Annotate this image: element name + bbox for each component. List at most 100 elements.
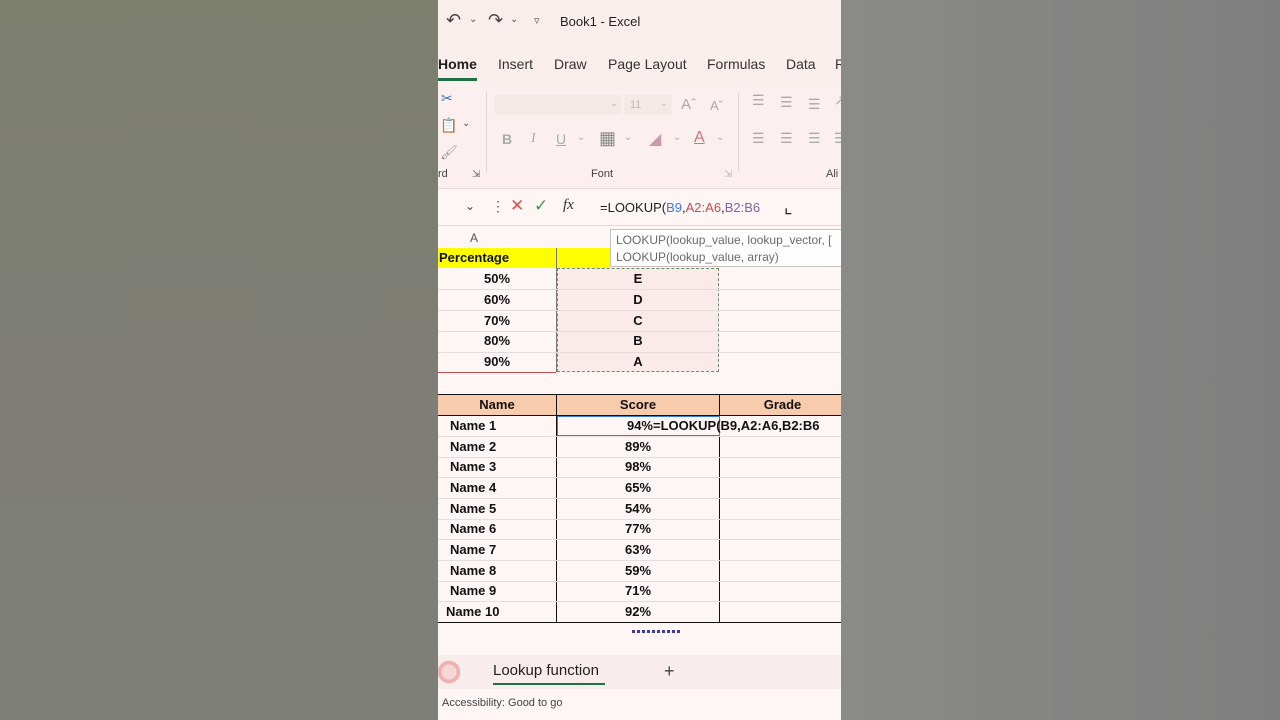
name-cell[interactable]: Name 9 (450, 581, 556, 601)
paste-icon[interactable]: 📋 (440, 117, 457, 134)
underline-dropdown-icon[interactable]: ⌄ (577, 132, 585, 143)
italic-icon[interactable]: I (531, 131, 536, 147)
redo-icon[interactable]: ↷ (488, 10, 503, 31)
undo-dropdown-icon[interactable]: ⌄ (469, 14, 477, 25)
tab-formulas[interactable]: Formulas (707, 56, 765, 72)
align-left-icon[interactable]: ☰ (752, 130, 765, 147)
font-size-dropdown-icon[interactable]: ⌄ (660, 98, 668, 109)
cut-icon[interactable]: ✂ (441, 90, 453, 107)
active-tab-indicator (438, 78, 477, 81)
grade-cell[interactable]: B (557, 331, 719, 351)
undo-icon[interactable]: ↶ (446, 10, 461, 31)
underline-icon[interactable]: U (556, 131, 566, 147)
name-cell[interactable]: Name 10 (446, 602, 556, 622)
score-cell[interactable]: 71% (557, 581, 719, 601)
tooltip-syntax-vector[interactable]: LOOKUP(lookup_value, lookup_vector, [ (616, 232, 841, 249)
score-cell[interactable]: 65% (557, 478, 719, 498)
middle-align-icon[interactable]: ☰ (780, 94, 793, 111)
fill-color-dropdown-icon[interactable]: ⌄ (673, 132, 681, 143)
tab-review[interactable]: R (835, 56, 841, 72)
borders-icon[interactable]: ▦ (599, 128, 616, 149)
name-box-dropdown-icon[interactable]: ⌄ (465, 199, 475, 213)
name-cell[interactable]: Name 3 (450, 457, 556, 477)
score-cell[interactable]: 63% (557, 540, 719, 560)
column-header-a[interactable]: A (470, 231, 478, 245)
active-sheet-indicator (493, 683, 605, 685)
format-painter-icon[interactable]: 🖌 (440, 144, 458, 161)
score-cell[interactable]: 59% (557, 561, 719, 581)
percentage-cell[interactable]: 60% (438, 290, 556, 310)
name-cell[interactable]: Name 5 (450, 499, 556, 519)
font-launcher-icon[interactable]: ⇲ (724, 169, 732, 180)
bottom-align-icon[interactable]: ☰ (808, 96, 821, 113)
grade-cell[interactable]: E (557, 269, 719, 289)
decrease-font-size-icon[interactable]: Aˇ (710, 98, 723, 113)
font-color-dropdown-icon[interactable]: ⌄ (716, 132, 724, 143)
increase-font-size-icon[interactable]: Aˆ (681, 96, 696, 113)
name-cell[interactable]: Name 7 (450, 540, 556, 560)
orientation-icon[interactable]: ↗ (834, 92, 841, 109)
score-cell[interactable]: 77% (557, 519, 719, 539)
name-cell[interactable]: Name 1 (450, 416, 556, 436)
tab-page-layout[interactable]: Page Layout (608, 56, 687, 72)
clipboard-launcher-icon[interactable]: ⇲ (472, 169, 480, 180)
header-score[interactable]: Score (557, 395, 719, 415)
confirm-entry-icon[interactable]: ✓ (534, 196, 548, 216)
font-size-box[interactable]: 11 ⌄ (624, 95, 672, 115)
score-cell[interactable]: 98% (557, 457, 719, 477)
sheet-tab-lookup-function[interactable]: Lookup function (493, 662, 599, 679)
bold-icon[interactable]: B (502, 131, 512, 147)
sheet-nav-icon[interactable] (438, 657, 460, 687)
window-title: Book1 - Excel (560, 14, 641, 29)
name-cell[interactable]: Name 4 (450, 478, 556, 498)
percentage-cell[interactable]: 50% (438, 269, 556, 289)
table-border (438, 622, 841, 623)
formula-prefix: =LOOKUP( (600, 200, 667, 215)
customize-toolbar-icon[interactable]: ▿ (534, 14, 540, 27)
align-center-icon[interactable]: ☰ (780, 130, 793, 147)
tooltip-syntax-array[interactable]: LOOKUP(lookup_value, array) (616, 249, 841, 266)
tab-insert[interactable]: Insert (498, 56, 533, 72)
redo-dropdown-icon[interactable]: ⌄ (510, 14, 518, 25)
fill-color-icon[interactable]: ◢ (649, 129, 661, 149)
score-cell[interactable]: 92% (557, 602, 719, 622)
clipboard-group-label: rd (438, 168, 448, 180)
percentage-cell[interactable]: 70% (438, 311, 556, 331)
grade-cell[interactable]: C (557, 311, 719, 331)
font-name-dropdown-icon[interactable]: ⌄ (610, 98, 618, 109)
score-cell[interactable]: 89% (557, 437, 719, 457)
score-cell[interactable]: 54% (557, 499, 719, 519)
formula-input[interactable]: =LOOKUP(B9,A2:A6,B2:B6 (600, 200, 760, 215)
name-cell[interactable]: Name 2 (450, 437, 556, 457)
top-align-icon[interactable]: ☰ (752, 92, 765, 109)
header-grade-cell[interactable] (557, 248, 610, 268)
cancel-entry-icon[interactable]: ✕ (510, 196, 524, 216)
tab-data[interactable]: Data (786, 56, 816, 72)
font-size-value: 11 (630, 99, 642, 111)
paste-dropdown-icon[interactable]: ⌄ (462, 118, 470, 129)
borders-dropdown-icon[interactable]: ⌄ (624, 132, 632, 143)
grade-cell[interactable]: D (557, 290, 719, 310)
tab-draw[interactable]: Draw (554, 56, 587, 72)
header-name[interactable]: Name (438, 395, 556, 415)
font-color-icon[interactable]: A (694, 129, 705, 147)
name-cell[interactable]: Name 6 (450, 519, 556, 539)
grade-cell[interactable]: A (557, 352, 719, 372)
percentage-cell[interactable]: 80% (438, 331, 556, 351)
percentage-cell[interactable]: 90% (438, 352, 556, 372)
add-sheet-icon[interactable]: + (664, 661, 675, 682)
header-grade[interactable]: Grade (720, 395, 841, 415)
text-cursor-icon: ⌞ (784, 197, 793, 217)
tab-home[interactable]: Home (438, 56, 477, 72)
grade-formula-cell[interactable]: =LOOKUP(B9,A2:A6,B2:B6 (653, 416, 841, 436)
name-cell[interactable]: Name 8 (450, 561, 556, 581)
score-cell[interactable]: 94% (557, 416, 653, 436)
font-name-box[interactable]: ⌄ (494, 95, 622, 115)
insert-function-icon[interactable]: fx (563, 197, 574, 214)
more-options-icon[interactable]: ⋮ (491, 198, 505, 215)
header-percentage[interactable]: Percentage (438, 248, 556, 268)
indent-icon[interactable]: ☰ (834, 130, 841, 147)
accessibility-status[interactable]: Accessibility: Good to go (442, 697, 562, 709)
cell-border (438, 372, 556, 373)
align-right-icon[interactable]: ☰ (808, 130, 821, 147)
